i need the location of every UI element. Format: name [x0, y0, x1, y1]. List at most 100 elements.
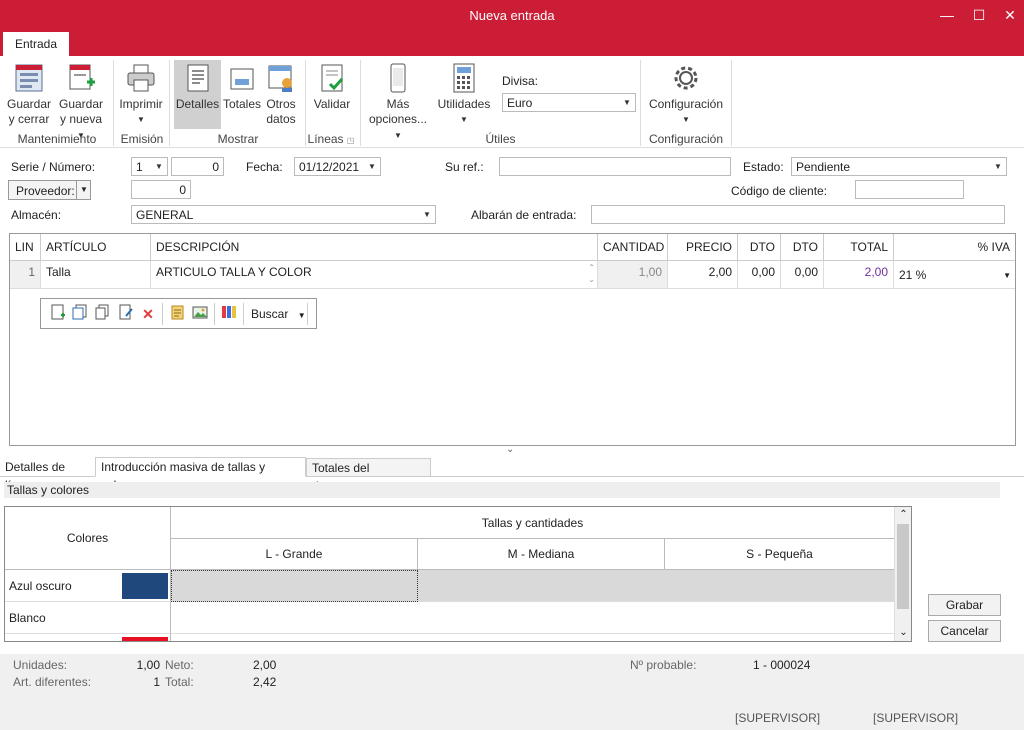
otros-datos-button[interactable]: Otros datos: [262, 62, 300, 127]
sizes-colors-icon[interactable]: [219, 304, 239, 324]
group-lineas: Líneas ◳: [306, 132, 356, 146]
imprimir-button[interactable]: Imprimir ▼: [116, 62, 166, 127]
row-cantidad[interactable]: 1,00: [598, 261, 668, 289]
colors-header: Colores: [5, 507, 171, 570]
col-precio-header[interactable]: PRECIO: [668, 234, 738, 261]
col-descripcion-header[interactable]: DESCRIPCIÓN: [151, 234, 598, 261]
validate-icon: [316, 62, 348, 94]
summary-bar: Unidades: 1,00 Art. diferentes: 1 Neto: …: [0, 654, 1024, 730]
color-row-cells[interactable]: [171, 602, 894, 634]
copy-icon[interactable]: [92, 304, 112, 324]
row-lin: 1: [10, 261, 41, 289]
user-created: [SUPERVISOR]: [735, 711, 821, 725]
fecha-value: 01/12/2021: [299, 160, 360, 174]
delete-icon[interactable]: ✕: [138, 304, 158, 324]
codigo-cliente-field[interactable]: [855, 180, 964, 199]
col-dto1-header[interactable]: DTO 1: [738, 234, 781, 280]
tab-introduccion-masiva[interactable]: Introducción masiva de tallas y colores: [95, 457, 306, 492]
utilidades-button[interactable]: Utilidades ▼: [434, 62, 494, 127]
edit-icon[interactable]: [116, 304, 136, 324]
codigo-cliente-label: Código de cliente:: [731, 184, 828, 198]
row-articulo[interactable]: Talla: [41, 261, 151, 289]
size-col-s[interactable]: S - Pequeña: [665, 539, 894, 570]
col-lin-header[interactable]: LIN: [10, 234, 41, 261]
validar-button[interactable]: Validar: [310, 62, 354, 112]
maximize-button[interactable]: ☐: [964, 4, 994, 28]
chevron-down-icon: ▼: [155, 162, 163, 171]
calculator-icon: [448, 62, 480, 94]
guardar-nueva-button[interactable]: Guardar y nueva ▼: [56, 62, 106, 143]
row-descripcion[interactable]: ARTICULO TALLA Y COLOR ⌃ ⌄: [151, 261, 598, 289]
almacen-select[interactable]: GENERAL ▼: [131, 205, 436, 224]
size-cell-focused[interactable]: [171, 570, 418, 602]
scrollbar-thumb[interactable]: [897, 524, 909, 609]
col-articulo-header[interactable]: ARTÍCULO: [41, 234, 151, 261]
new-line-icon[interactable]: [48, 304, 68, 324]
row-dto1[interactable]: 0,00: [738, 261, 781, 289]
imprimir-label: Imprimir: [119, 97, 163, 111]
col-dto3-header[interactable]: DTO 3: [781, 234, 824, 280]
scroll-up-icon[interactable]: ⌃: [895, 507, 911, 523]
almacen-label: Almacén:: [11, 208, 62, 222]
estado-select[interactable]: Pendiente ▼: [791, 157, 1007, 176]
color-name: Azul oscuro: [9, 579, 72, 593]
guardar-cerrar-button[interactable]: Guardar y cerrar: [4, 62, 54, 127]
chevron-down-icon: ▼: [297, 311, 306, 320]
launcher-icon[interactable]: ◳: [347, 136, 355, 145]
splitter-chevron-icon[interactable]: ⌄: [506, 444, 514, 455]
row-dto3[interactable]: 0,00: [781, 261, 824, 289]
tab-entrada[interactable]: Entrada: [3, 32, 69, 57]
totales-button[interactable]: Totales: [221, 62, 263, 112]
fecha-field[interactable]: 01/12/2021 ▼: [294, 157, 381, 176]
group-utiles: Útiles: [485, 132, 516, 146]
divisa-label: Divisa:: [502, 74, 539, 88]
size-col-m[interactable]: M - Mediana: [418, 539, 665, 570]
chevron-down-icon[interactable]: ▼: [76, 181, 91, 199]
insert-line-icon[interactable]: [70, 304, 90, 324]
albaran-label: Albarán de entrada:: [471, 208, 577, 222]
scroll-arrows-icon[interactable]: ⌃ ⌄: [588, 262, 595, 286]
group-configuracion: Configuración: [648, 132, 724, 146]
configuracion-button[interactable]: Configuración ▼: [645, 62, 727, 127]
chevron-down-icon: ▼: [1003, 271, 1011, 280]
sizes-header: Tallas y cantidades: [171, 507, 894, 539]
row-total: 2,00: [824, 261, 894, 289]
notes-icon[interactable]: [167, 304, 187, 324]
image-icon[interactable]: [190, 304, 210, 324]
color-row-header: [5, 634, 171, 641]
proveedor-field[interactable]: 0: [131, 180, 191, 199]
gear-icon: [670, 62, 702, 94]
scroll-down-icon[interactable]: ⌄: [895, 625, 911, 641]
mas-opciones-button[interactable]: Más opciones... ▼: [364, 62, 432, 143]
divisa-select[interactable]: Euro ▼: [502, 93, 636, 112]
albaran-field[interactable]: [591, 205, 1005, 224]
col-total-header[interactable]: TOTAL: [824, 234, 894, 261]
numero-probable-value: 1 - 000024: [753, 658, 811, 672]
size-col-l[interactable]: L - Grande: [171, 539, 418, 570]
col-cantidad-header[interactable]: CANTIDAD: [598, 234, 668, 261]
title-bar: Nueva entrada — ☐ ✕: [0, 0, 1024, 32]
buscar-button[interactable]: Buscar ▼: [251, 307, 306, 321]
serie-select[interactable]: 1 ▼: [131, 157, 168, 176]
tab-totales-documento[interactable]: Totales del documento: [306, 458, 431, 493]
numero-field[interactable]: 0: [171, 157, 224, 176]
grabar-button[interactable]: Grabar: [928, 594, 1001, 616]
proveedor-button[interactable]: Proveedor: ▼: [8, 180, 91, 200]
detalles-toggle[interactable]: Detalles: [174, 60, 221, 129]
row-iva-select[interactable]: 21 % ▼: [894, 261, 1015, 289]
buscar-label: Buscar: [251, 307, 289, 321]
suref-field[interactable]: [499, 157, 731, 176]
totals-icon: [226, 62, 258, 94]
col-iva-header[interactable]: % IVA: [894, 234, 1015, 261]
cancelar-button[interactable]: Cancelar: [928, 620, 1001, 642]
estado-value: Pendiente: [796, 160, 851, 174]
tab-detalles-linea[interactable]: Detalles de línea: [0, 458, 95, 492]
row-precio[interactable]: 2,00: [668, 261, 738, 289]
close-button[interactable]: ✕: [995, 4, 1024, 28]
toolbar-separator: [214, 303, 215, 325]
guardar-cerrar-label-2: y cerrar: [8, 112, 50, 126]
vertical-scrollbar[interactable]: ⌃ ⌄: [894, 507, 911, 641]
fecha-label: Fecha:: [246, 160, 283, 174]
minimize-button[interactable]: —: [932, 4, 962, 28]
toolbar-separator: [307, 303, 308, 325]
